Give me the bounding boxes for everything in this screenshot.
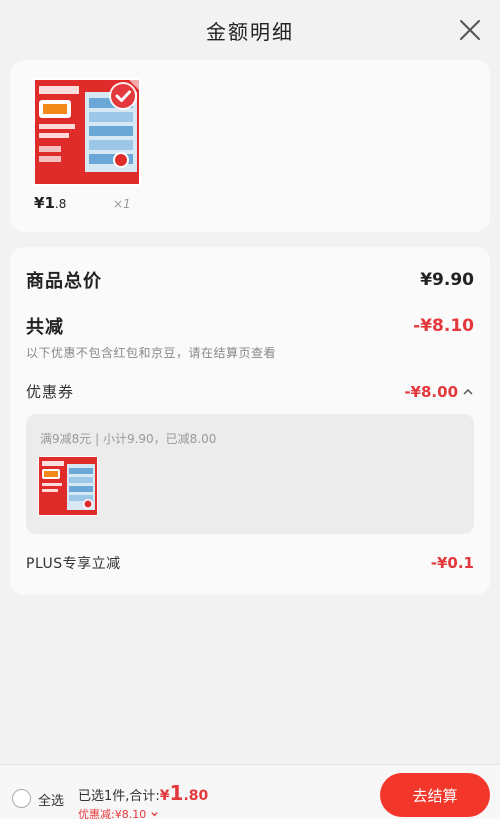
checkbox-circle-icon[interactable] <box>12 789 31 808</box>
chevron-down-icon <box>151 811 158 816</box>
reduce-value: -¥8.10 <box>413 316 474 336</box>
close-icon[interactable] <box>458 18 482 42</box>
discount-summary[interactable]: 优惠减:¥8.10 <box>78 806 159 819</box>
discount-note: 以下优惠不包含红包和京豆，请在结算页查看 <box>26 346 277 360</box>
price-decimal: .8 <box>54 197 67 211</box>
coupon-row[interactable]: 优惠券 -¥8.00 <box>26 381 474 402</box>
product-price: ¥ 1 .8 <box>34 194 66 212</box>
coupon-description: 满9减8元 | 小计9.90，已减8.00 <box>40 432 217 446</box>
checkout-button[interactable]: 去结算 <box>380 773 490 817</box>
check-badge-icon <box>109 82 137 110</box>
total-value: ¥9.90 <box>420 270 474 290</box>
coupon-toggle[interactable]: -¥8.00 <box>404 383 474 401</box>
price-detail-card: 商品总价 ¥9.90 共减 -¥8.10 以下优惠不包含红包和京豆，请在结算页查… <box>10 247 490 595</box>
summary-price-decimal: .80 <box>183 788 209 804</box>
discount-text: 优惠减:¥8.10 <box>78 808 147 819</box>
total-label: 商品总价 <box>26 271 102 292</box>
coupon-detail-box: 满9减8元 | 小计9.90，已减8.00 <box>26 414 474 534</box>
selection-summary: 已选1件,合计: ¥1.80 <box>78 781 208 805</box>
price-integer: 1 <box>44 194 55 212</box>
plus-row: PLUS专享立减 -¥0.1 <box>26 553 474 573</box>
panel-title: 金额明细 <box>206 19 294 44</box>
product-quantity: ×1 <box>113 197 131 211</box>
summary-price-integer: 1 <box>169 781 184 805</box>
product-card: ¥ 1 .8 ×1 <box>10 60 490 232</box>
summary-price: ¥1.80 <box>160 781 208 805</box>
plus-label: PLUS专享立减 <box>26 556 121 572</box>
plus-value: -¥0.1 <box>430 554 474 572</box>
summary-prefix: 已选1件,合计: <box>78 789 160 804</box>
summary-price-symbol: ¥ <box>159 788 170 804</box>
product-thumbnail[interactable] <box>33 78 141 186</box>
total-row: 商品总价 ¥9.90 <box>26 267 474 293</box>
coupon-label: 优惠券 <box>26 383 75 401</box>
select-all-label[interactable]: 全选 <box>38 790 64 809</box>
chevron-up-icon <box>463 388 473 395</box>
coupon-product-thumbnail <box>38 456 98 516</box>
checkout-bar: 全选 已选1件,合计: ¥1.80 优惠减:¥8.10 去结算 <box>0 764 500 819</box>
price-symbol: ¥ <box>34 194 45 212</box>
coupon-value: -¥8.00 <box>404 382 458 401</box>
panel-header: 金额明细 <box>0 0 500 60</box>
reduce-row: 共减 -¥8.10 <box>26 313 474 339</box>
reduce-label: 共减 <box>26 317 64 338</box>
